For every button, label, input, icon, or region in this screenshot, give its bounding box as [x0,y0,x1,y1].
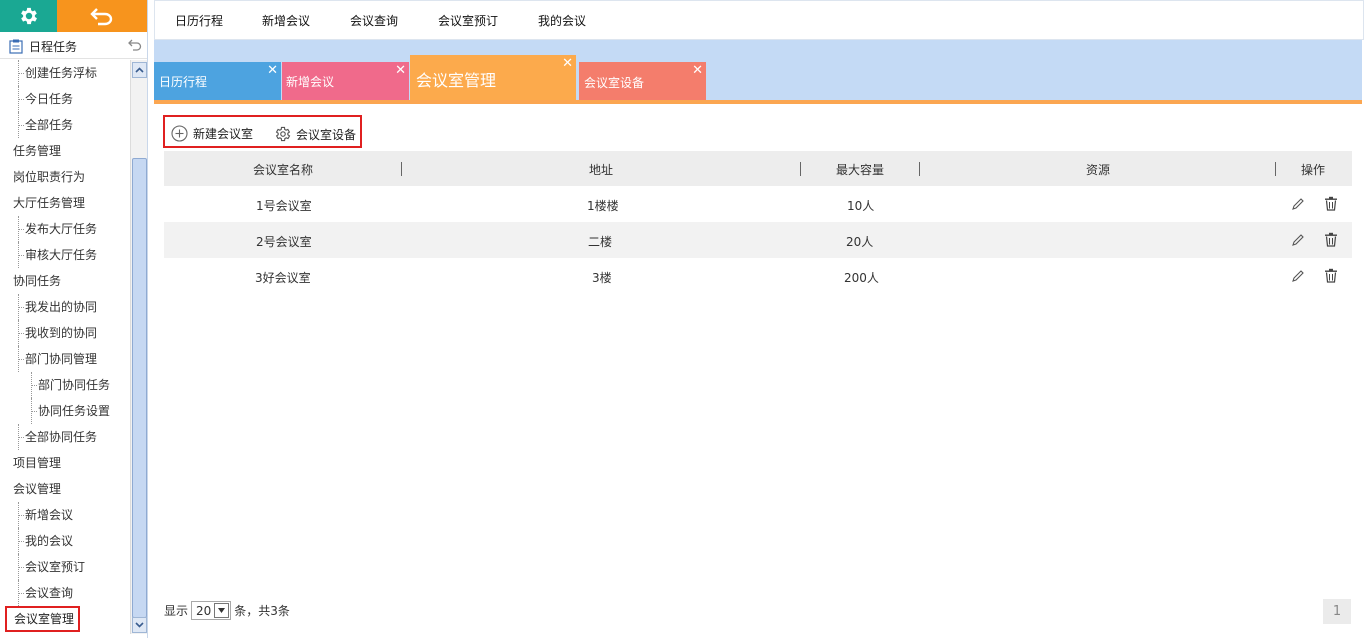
sidebar-section-title: 日程任务 [29,39,78,54]
column-divider[interactable] [1275,162,1276,176]
page-size-select[interactable]: 20 [191,601,232,620]
sidebar-item[interactable]: 部门协同任务 [0,372,130,398]
sidebar-item[interactable]: 发布大厅任务 [0,216,130,242]
gear-icon [20,7,37,25]
column-header[interactable]: 资源 [1086,161,1110,178]
top-menu-item[interactable]: 我的会议 [538,12,586,29]
column-header: 操作 [1301,163,1326,177]
close-icon[interactable]: ✕ [267,63,278,78]
column-header[interactable]: 最大容量 [836,161,884,178]
sidebar-item[interactable]: 审核大厅任务 [0,242,130,268]
top-menu: 日历行程 新增会议 会议查询 会议室预订 我的会议 [154,0,1364,40]
sidebar-scrollbar[interactable] [130,60,147,634]
sidebar-item[interactable]: 会议查询 [0,580,130,606]
trash-icon[interactable] [1324,232,1338,247]
room-capacity: 20人 [846,235,874,249]
gear-icon [275,126,291,142]
room-address: 1楼楼 [587,199,619,213]
close-icon[interactable]: ✕ [395,63,406,78]
sidebar-section-header[interactable]: 日程任务 [0,34,147,59]
table-row[interactable]: 1号会议室 1楼楼 10人 [164,186,1352,222]
undo-icon [90,8,113,26]
trash-icon[interactable] [1324,268,1338,283]
top-menu-item[interactable]: 会议查询 [350,12,398,29]
sidebar-item[interactable]: 今日任务 [0,86,130,112]
sidebar-tree: 创建任务浮标 今日任务 全部任务 任务管理 岗位职责行为 大厅任务管理 发布大厅… [0,60,130,606]
sidebar-item[interactable]: 创建任务浮标 [0,60,130,86]
sidebar-item[interactable]: 岗位职责行为 [0,164,130,190]
chevron-down-icon [135,622,144,628]
column-divider[interactable] [919,162,920,176]
edit-icon[interactable] [1291,197,1305,211]
back-button[interactable] [57,0,147,32]
sidebar-item[interactable]: 协同任务设置 [0,398,130,424]
rooms-table: 会议室名称 地址 最大容量 资源 操作 1号会议室 1楼楼 10人 2号会议室 … [164,151,1352,294]
scroll-down-button[interactable] [132,617,147,633]
close-icon[interactable]: ✕ [692,63,703,78]
room-address: 二楼 [588,235,613,249]
top-menu-item[interactable]: 新增会议 [262,12,310,29]
sidebar-item[interactable]: 我发出的协同 [0,294,130,320]
chevron-up-icon [135,67,144,73]
table-row[interactable]: 2号会议室 二楼 20人 [164,222,1352,258]
sidebar-item[interactable]: 会议室预订 [0,554,130,580]
tab-room-equipment[interactable]: 会议室设备 ✕ [579,62,706,100]
sidebar-top [0,0,147,32]
plus-circle-icon [171,125,188,142]
scroll-up-button[interactable] [132,62,147,78]
room-capacity: 200人 [844,271,879,285]
sidebar-item[interactable]: 会议管理 [0,476,130,502]
table-header: 会议室名称 地址 最大容量 资源 操作 [164,151,1352,186]
sidebar-item-selected[interactable]: 会议室管理 [5,606,80,632]
trash-icon[interactable] [1324,196,1338,211]
sidebar-item[interactable]: 项目管理 [0,450,130,476]
sidebar: 日程任务 创建任务浮标 今日任务 全部任务 任务管理 岗位职责行为 大厅任务管理… [0,0,148,638]
column-divider[interactable] [401,162,402,176]
room-capacity: 10人 [847,199,875,213]
new-room-button[interactable]: 新建会议室 [171,125,253,142]
sidebar-item[interactable]: 任务管理 [0,138,130,164]
sidebar-item[interactable]: 全部任务 [0,112,130,138]
sidebar-item[interactable]: 协同任务 [0,268,130,294]
pager: 显示 20 条，共3条 [164,601,290,620]
edit-icon[interactable] [1291,233,1305,247]
return-icon[interactable] [127,38,143,52]
page-number-button[interactable]: 1 [1323,599,1351,624]
tab-room-management[interactable]: 会议室管理 ✕ [410,55,576,100]
close-icon[interactable]: ✕ [562,56,573,71]
column-header[interactable]: 会议室名称 [253,161,313,178]
tab-calendar[interactable]: 日历行程 ✕ [154,62,281,100]
edit-icon[interactable] [1291,269,1305,283]
sidebar-item[interactable]: 全部协同任务 [0,424,130,450]
room-equipment-button[interactable]: 会议室设备 [274,125,356,143]
room-name: 3好会议室 [255,271,311,285]
column-header[interactable]: 地址 [589,161,613,178]
room-name: 2号会议室 [256,235,312,249]
sidebar-item[interactable]: 我收到的协同 [0,320,130,346]
clipboard-icon [9,39,23,54]
dropdown-arrow-icon[interactable] [214,603,230,618]
room-name: 1号会议室 [256,199,312,213]
table-row[interactable]: 3好会议室 3楼 200人 [164,258,1352,294]
top-menu-item[interactable]: 日历行程 [175,12,223,29]
settings-button[interactable] [0,0,57,32]
tab-new-meeting[interactable]: 新增会议 ✕ [282,62,409,100]
sidebar-item[interactable]: 部门协同管理 [0,346,130,372]
scroll-thumb[interactable] [132,158,147,618]
sidebar-item[interactable]: 我的会议 [0,528,130,554]
room-address: 3楼 [592,271,612,285]
sidebar-item[interactable]: 大厅任务管理 [0,190,130,216]
sidebar-item[interactable]: 新增会议 [0,502,130,528]
top-menu-item[interactable]: 会议室预订 [438,12,498,29]
toolbar: 新建会议室 会议室设备 [163,115,362,148]
column-divider[interactable] [800,162,801,176]
